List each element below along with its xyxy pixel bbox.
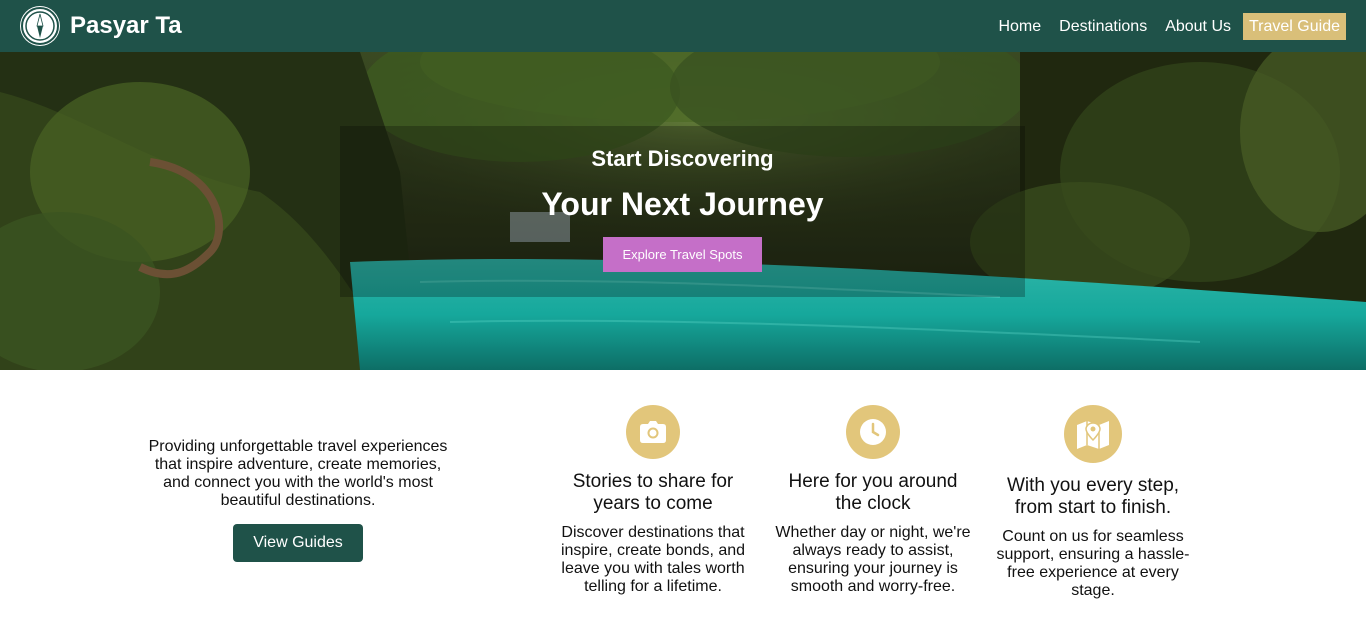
feature-text: Count on us for seamless support, ensuri…	[996, 528, 1190, 599]
view-guides-button[interactable]: View Guides	[233, 524, 363, 562]
brand[interactable]: Pasyar Ta	[20, 6, 182, 46]
nav-home[interactable]: Home	[992, 13, 1047, 40]
feature-stories: Stories to share for years to come Disco…	[553, 405, 753, 596]
clock-icon	[846, 405, 900, 459]
navbar: Pasyar Ta Home Destinations About Us Tra…	[0, 0, 1366, 52]
main-nav: Home Destinations About Us Travel Guide	[986, 12, 1346, 40]
feature-support: Here for you around the clock Whether da…	[773, 405, 973, 596]
feature-every-step: With you every step, from start to finis…	[993, 405, 1193, 600]
camera-icon	[626, 405, 680, 459]
intro-section: Providing unforgettable travel experienc…	[143, 438, 453, 562]
hero-banner: Start Discovering Your Next Journey Expl…	[0, 52, 1366, 370]
nav-travel-guide[interactable]: Travel Guide	[1243, 12, 1346, 40]
feature-title: Stories to share for years to come	[572, 471, 734, 514]
feature-text: Whether day or night, we're always ready…	[775, 524, 971, 595]
feature-title: Here for you around the clock	[788, 471, 958, 514]
nav-destinations[interactable]: Destinations	[1053, 13, 1153, 40]
feature-text: Discover destinations that inspire, crea…	[560, 524, 746, 595]
intro-text: Providing unforgettable travel experienc…	[148, 438, 448, 509]
compass-logo-icon	[20, 6, 60, 46]
nav-about-us[interactable]: About Us	[1159, 13, 1237, 40]
hero-title: Your Next Journey	[541, 186, 824, 222]
explore-travel-spots-button[interactable]: Explore Travel Spots	[602, 237, 763, 272]
hero-subtitle: Start Discovering	[591, 146, 774, 171]
feature-title: With you every step, from start to finis…	[1006, 475, 1180, 518]
hero-content: Start Discovering Your Next Journey Expl…	[340, 126, 1025, 297]
brand-name: Pasyar Ta	[70, 12, 182, 39]
map-pin-icon	[1064, 405, 1122, 463]
